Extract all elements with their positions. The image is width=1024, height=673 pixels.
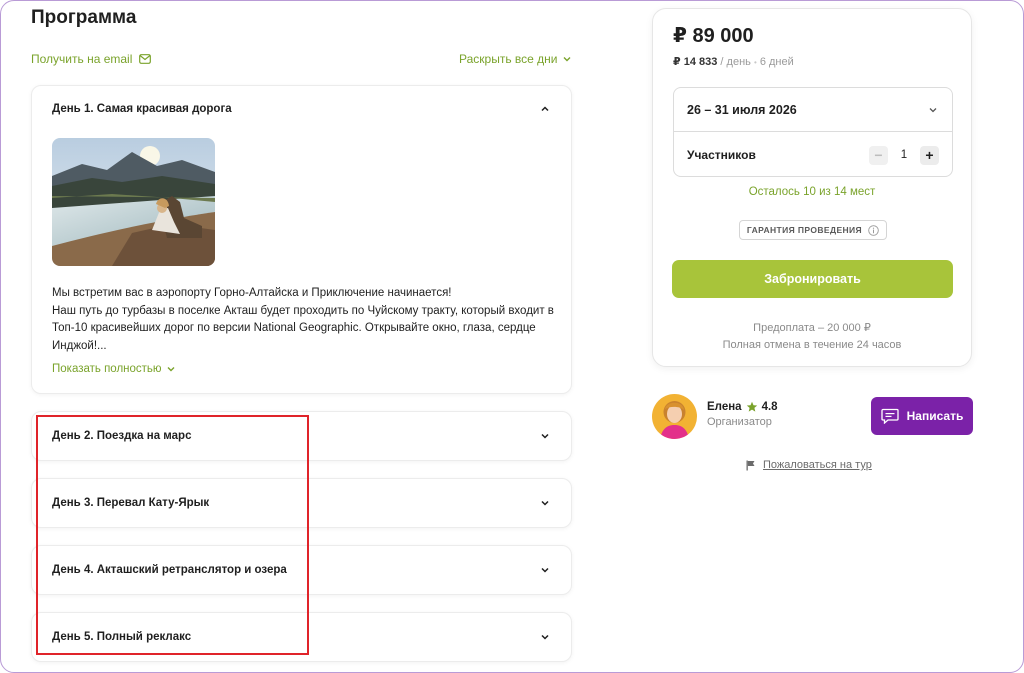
day-card-3[interactable]: День 3. Перевал Кату-Ярык <box>31 478 572 528</box>
day-card-2[interactable]: День 2. Поездка на марс <box>31 411 572 461</box>
chevron-down-icon[interactable] <box>539 631 551 643</box>
organizer-name: Елена <box>707 401 742 413</box>
price-per-day: ₽ 14 833 / день • 6 дней <box>673 55 794 68</box>
day-card-1: День 1. Самая красивая дорога Мы встрети… <box>31 85 572 394</box>
day-card-5[interactable]: День 5. Полный реклакс <box>31 612 572 662</box>
booking-card: ₽ 89 000 ₽ 14 833 / день • 6 дней 26 – 3… <box>652 8 972 367</box>
day-header-1[interactable]: День 1. Самая красивая дорога <box>52 103 551 115</box>
day-title-1: День 1. Самая красивая дорога <box>52 103 232 115</box>
write-label: Написать <box>906 409 964 423</box>
email-program-link[interactable]: Получить на email <box>31 52 152 66</box>
decrement-button[interactable]: − <box>869 145 888 165</box>
prepay-info: Предоплата – 20 000 ₽ Полная отмена в те… <box>653 320 971 354</box>
write-message-button[interactable]: Написать <box>871 397 973 435</box>
mountain-photo <box>52 138 215 266</box>
mail-icon <box>139 54 152 64</box>
day-title-5: День 5. Полный реклакс <box>52 631 192 643</box>
chevron-down-icon <box>929 107 937 112</box>
guarantee-label: ГАРАНТИЯ ПРОВЕДЕНИЯ <box>746 225 863 235</box>
chevron-down-icon[interactable] <box>539 430 551 442</box>
day-header-2[interactable]: День 2. Поездка на марс <box>52 430 551 442</box>
chevron-down-icon[interactable] <box>539 497 551 509</box>
book-button[interactable]: Забронировать <box>672 260 953 298</box>
organizer-rating: 4.8 <box>761 401 778 413</box>
report-label[interactable]: Пожаловаться на тур <box>763 459 872 471</box>
day-header-4[interactable]: День 4. Акташский ретранслятор и озера <box>52 564 551 576</box>
day-title-4: День 4. Акташский ретранслятор и озера <box>52 564 287 576</box>
info-icon[interactable] <box>868 224 879 236</box>
day-title-2: День 2. Поездка на марс <box>52 430 192 442</box>
date-select[interactable]: 26 – 31 июля 2026 <box>674 88 952 132</box>
increment-button[interactable]: + <box>920 145 939 165</box>
chevron-down-icon <box>563 57 570 62</box>
star-icon <box>746 401 757 412</box>
avatar[interactable] <box>652 394 697 439</box>
chevron-down-icon[interactable] <box>539 564 551 576</box>
show-more-label: Показать полностью <box>52 363 162 375</box>
organizer-role: Организатор <box>707 416 772 428</box>
day-photo <box>52 138 215 266</box>
day-description: Мы встретим вас в аэропорту Горно-Алтайс… <box>52 287 554 352</box>
day-header-5[interactable]: День 5. Полный реклакс <box>52 631 551 643</box>
booking-selector: 26 – 31 июля 2026 Участников − 1 + <box>673 87 953 177</box>
date-value: 26 – 31 июля 2026 <box>687 102 797 117</box>
page-title: Программа <box>31 7 137 28</box>
day-title-3: День 3. Перевал Кату-Ярык <box>52 497 210 509</box>
organizer-avatar-image <box>652 394 697 439</box>
organizer-name-row: Елена 4.8 <box>707 401 778 413</box>
per-day-suffix: / день <box>720 56 751 68</box>
seats-left: Осталось 10 из 14 мест <box>748 186 876 198</box>
participants-row: Участников − 1 + <box>674 132 952 178</box>
expand-all-label: Раскрыть все дни <box>459 52 558 66</box>
participants-stepper: − 1 + <box>869 145 939 165</box>
tour-duration: 6 дней <box>759 56 794 68</box>
expand-all-days-link[interactable]: Раскрыть все дни <box>459 52 572 66</box>
guarantee-badge[interactable]: ГАРАНТИЯ ПРОВЕДЕНИЯ <box>739 220 887 240</box>
cancel-policy: Полная отмена в течение 24 часов <box>722 339 902 351</box>
participants-count: 1 <box>900 149 908 161</box>
tour-price: ₽ 89 000 <box>673 25 754 47</box>
chevron-down-icon <box>167 367 175 372</box>
flag-icon <box>746 460 755 470</box>
report-tour[interactable]: Пожаловаться на тур <box>746 459 872 471</box>
participants-label: Участников <box>687 148 756 162</box>
show-more-link[interactable]: Показать полностью <box>52 363 176 375</box>
chat-icon <box>880 408 899 424</box>
per-day-price: ₽ 14 833 <box>673 56 718 68</box>
day-card-4[interactable]: День 4. Акташский ретранслятор и озера <box>31 545 572 595</box>
prepay-amount: Предоплата – 20 000 ₽ <box>753 322 871 334</box>
separator-dot: • <box>753 58 757 67</box>
chevron-up-icon[interactable] <box>539 103 551 115</box>
day-header-3[interactable]: День 3. Перевал Кату-Ярык <box>52 497 551 509</box>
email-link-label: Получить на email <box>31 52 133 66</box>
